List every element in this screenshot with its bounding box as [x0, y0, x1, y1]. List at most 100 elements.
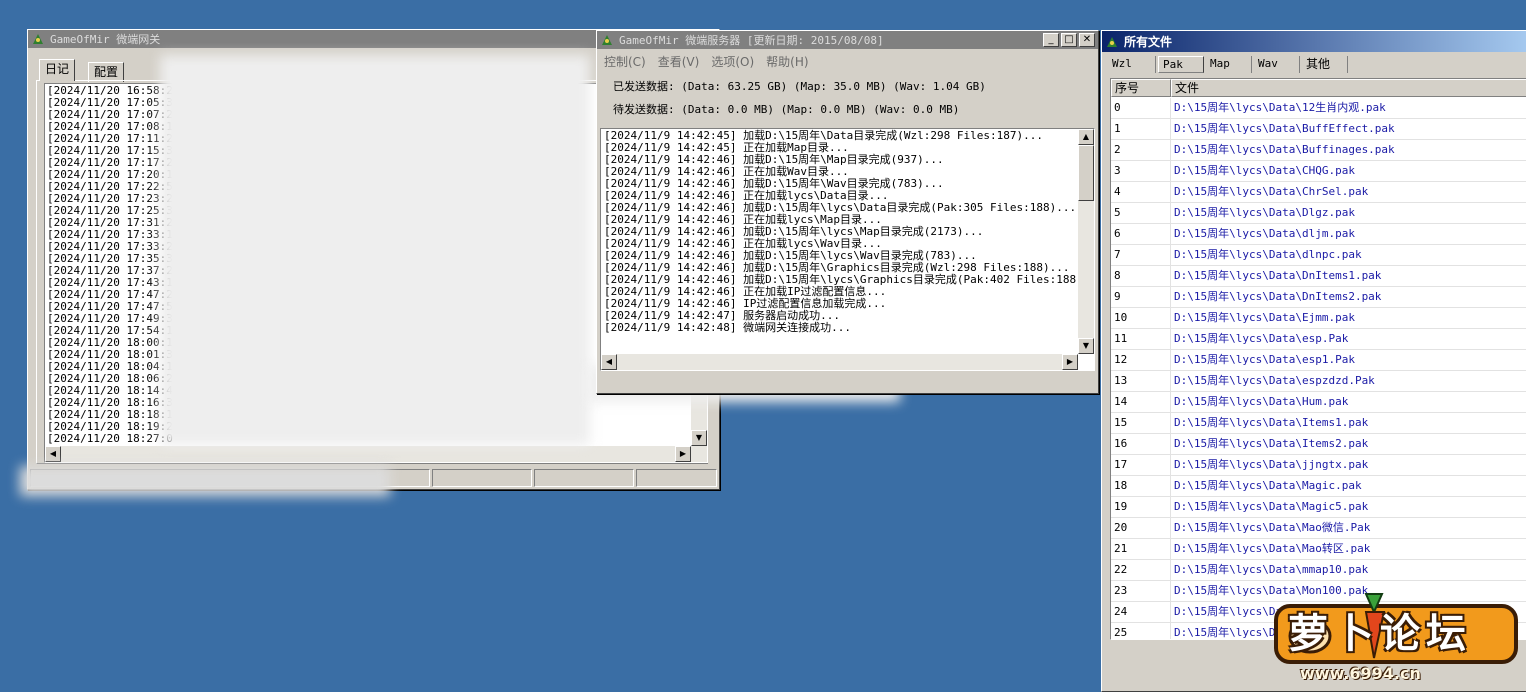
file-path-cell: D:\15周年\lycs\Data\BuffEffect.pak: [1174, 122, 1395, 135]
status-pane-2: [432, 469, 532, 487]
server-hscrollbar[interactable]: ◀ ▶: [601, 354, 1078, 370]
tab-log[interactable]: 日记: [39, 59, 76, 81]
table-row[interactable]: 2 D:\15周年\lycs\Data\Buffinages.pak: [1111, 140, 1526, 161]
server-vscrollbar[interactable]: ▲ ▼: [1078, 129, 1094, 354]
file-path-cell: D:\15周年\lycs\Data\Items2.pak: [1174, 437, 1369, 450]
table-row[interactable]: 8 D:\15周年\lycs\Data\DnItems1.pak: [1111, 266, 1526, 287]
table-row[interactable]: 20 D:\15周年\lycs\Data\Mao微信.Pak: [1111, 518, 1526, 539]
scroll-down-button[interactable]: ▼: [691, 430, 707, 446]
tab-wzl[interactable]: Wzl: [1108, 56, 1156, 73]
server-menubar: 控制(C) 查看(V) 选项(O) 帮助(H): [604, 53, 821, 70]
file-path-cell: D:\15周年\lycs\Data\Buffinages.pak: [1174, 143, 1395, 156]
file-index-cell: 12: [1111, 350, 1171, 370]
table-row[interactable]: 7 D:\15周年\lycs\Data\dlnpc.pak: [1111, 245, 1526, 266]
table-row[interactable]: 4 D:\15周年\lycs\Data\ChrSel.pak: [1111, 182, 1526, 203]
forum-watermark-logo: 萝卜论坛 www.6994.cn: [1270, 588, 1520, 688]
file-path-cell: D:\15周年\lycs\Data\esp.Pak: [1174, 332, 1349, 345]
table-row[interactable]: 6 D:\15周年\lycs\Data\dljm.pak: [1111, 224, 1526, 245]
file-grid[interactable]: 序号 文件 0 D:\15周年\lycs\Data\12生肖内观.pak 1 D:\1…: [1110, 78, 1526, 640]
file-index-cell: 11: [1111, 329, 1171, 349]
menu-control[interactable]: 控制(C): [604, 53, 646, 70]
table-row[interactable]: 12 D:\15周年\lycs\Data\esp1.Pak: [1111, 350, 1526, 371]
app-icon: [600, 33, 614, 47]
tab-config[interactable]: 配置: [88, 62, 125, 82]
menu-options[interactable]: 选项(O): [711, 53, 754, 70]
log-line: [2024/11/9 14:42:48] 微端网关连接成功...: [604, 321, 851, 334]
menu-help[interactable]: 帮助(H): [766, 53, 808, 70]
file-index-cell: 23: [1111, 581, 1171, 601]
scroll-left-button[interactable]: ◀: [45, 446, 61, 462]
status-pane-4: [636, 469, 717, 487]
table-row[interactable]: 19 D:\15周年\lycs\Data\Magic5.pak: [1111, 497, 1526, 518]
table-row[interactable]: 10 D:\15周年\lycs\Data\Ejmm.pak: [1111, 308, 1526, 329]
maximize-button[interactable]: □: [1061, 33, 1077, 47]
table-row[interactable]: 18 D:\15周年\lycs\Data\Magic.pak: [1111, 476, 1526, 497]
file-index-cell: 20: [1111, 518, 1171, 538]
minimize-button[interactable]: _: [1043, 33, 1059, 47]
file-index-cell: 0: [1111, 98, 1171, 118]
logo-site-url: www.6994.cn: [1300, 664, 1421, 683]
table-row[interactable]: 16 D:\15周年\lycs\Data\Items2.pak: [1111, 434, 1526, 455]
file-index-cell: 19: [1111, 497, 1171, 517]
file-index-cell: 4: [1111, 182, 1171, 202]
table-row[interactable]: 5 D:\15周年\lycs\Data\Dlgz.pak: [1111, 203, 1526, 224]
file-path-cell: D:\15周年\lycs\Data\mmap10.pak: [1174, 563, 1369, 576]
table-row[interactable]: 15 D:\15周年\lycs\Data\Items1.pak: [1111, 413, 1526, 434]
server-titlebar[interactable]: GameOfMir 微端服务器 [更新日期: 2015/08/08] _ □ ✕: [597, 31, 1098, 49]
table-row[interactable]: 3 D:\15周年\lycs\Data\CHQG.pak: [1111, 161, 1526, 182]
file-index-cell: 1: [1111, 119, 1171, 139]
server-title: GameOfMir 微端服务器 [更新日期: 2015/08/08]: [619, 34, 884, 47]
file-path-cell: D:\15周年\lycs\Data\DnItems2.pak: [1174, 290, 1382, 303]
file-path-cell: D:\15周年\lycs\Data\12生肖内观.pak: [1174, 101, 1386, 114]
file-index-cell: 18: [1111, 476, 1171, 496]
file-path-cell: D:\15周年\lycs\Data\jjngtx.pak: [1174, 458, 1369, 471]
file-index-cell: 14: [1111, 392, 1171, 412]
table-row[interactable]: 11 D:\15周年\lycs\Data\esp.Pak: [1111, 329, 1526, 350]
table-row[interactable]: 9 D:\15周年\lycs\Data\DnItems2.pak: [1111, 287, 1526, 308]
server-log-lines: [2024/11/9 14:42:45] 加载D:\15周年\Data目录完成(…: [604, 130, 1094, 334]
table-row[interactable]: 17 D:\15周年\lycs\Data\jjngtx.pak: [1111, 455, 1526, 476]
file-index-cell: 10: [1111, 308, 1171, 328]
file-path-cell: D:\15周年\lycs\Data\Magic5.pak: [1174, 500, 1369, 513]
close-button[interactable]: ✕: [1079, 33, 1095, 47]
status-pane-3: [534, 469, 634, 487]
column-header-file[interactable]: 文件: [1171, 79, 1526, 97]
gateway-hscrollbar[interactable]: ◀ ▶: [45, 446, 707, 462]
file-index-cell: 8: [1111, 266, 1171, 286]
file-path-cell: D:\15周年\lycs\Data\Dlgz.pak: [1174, 206, 1355, 219]
file-index-cell: 16: [1111, 434, 1171, 454]
file-grid-header: 序号 文件: [1111, 79, 1526, 97]
tab-map[interactable]: Map: [1206, 56, 1252, 73]
table-row[interactable]: 14 D:\15周年\lycs\Data\Hum.pak: [1111, 392, 1526, 413]
file-index-cell: 6: [1111, 224, 1171, 244]
file-index-cell: 5: [1111, 203, 1171, 223]
table-row[interactable]: 21 D:\15周年\lycs\Data\Mao转区.pak: [1111, 539, 1526, 560]
column-header-index[interactable]: 序号: [1111, 79, 1171, 97]
gateway-title: GameOfMir 微端网关: [50, 33, 161, 46]
file-index-cell: 24: [1111, 602, 1171, 622]
file-index-cell: 13: [1111, 371, 1171, 391]
menu-view[interactable]: 查看(V): [658, 53, 700, 70]
scroll-up-button[interactable]: ▲: [1078, 129, 1094, 145]
files-title: 所有文件: [1124, 35, 1173, 49]
file-index-cell: 2: [1111, 140, 1171, 160]
file-grid-rows: 0 D:\15周年\lycs\Data\12生肖内观.pak 1 D:\15周年\ly…: [1111, 98, 1526, 639]
scroll-down-button[interactable]: ▼: [1078, 338, 1094, 354]
scroll-thumb[interactable]: [1078, 145, 1094, 201]
scroll-right-button[interactable]: ▶: [675, 446, 691, 462]
file-index-cell: 17: [1111, 455, 1171, 475]
tab-pak[interactable]: Pak: [1158, 56, 1204, 73]
tab-wav[interactable]: Wav: [1254, 56, 1300, 73]
table-row[interactable]: 22 D:\15周年\lycs\Data\mmap10.pak: [1111, 560, 1526, 581]
table-row[interactable]: 13 D:\15周年\lycs\Data\espzdzd.Pak: [1111, 371, 1526, 392]
server-window: GameOfMir 微端服务器 [更新日期: 2015/08/08] _ □ ✕…: [596, 30, 1099, 394]
tab-other[interactable]: 其他: [1302, 56, 1348, 73]
table-row[interactable]: 1 D:\15周年\lycs\Data\BuffEffect.pak: [1111, 119, 1526, 140]
table-row[interactable]: 0 D:\15周年\lycs\Data\12生肖内观.pak: [1111, 98, 1526, 119]
files-titlebar[interactable]: 所有文件: [1102, 31, 1526, 52]
scroll-right-button[interactable]: ▶: [1062, 354, 1078, 370]
file-path-cell: D:\15周年\lycs\Data\Items1.pak: [1174, 416, 1369, 429]
server-log-list[interactable]: [2024/11/9 14:42:45] 加载D:\15周年\Data目录完成(…: [600, 128, 1095, 371]
file-path-cell: D:\15周年\lycs\Data\Mao微信.Pak: [1174, 521, 1371, 534]
scroll-left-button[interactable]: ◀: [601, 354, 617, 370]
